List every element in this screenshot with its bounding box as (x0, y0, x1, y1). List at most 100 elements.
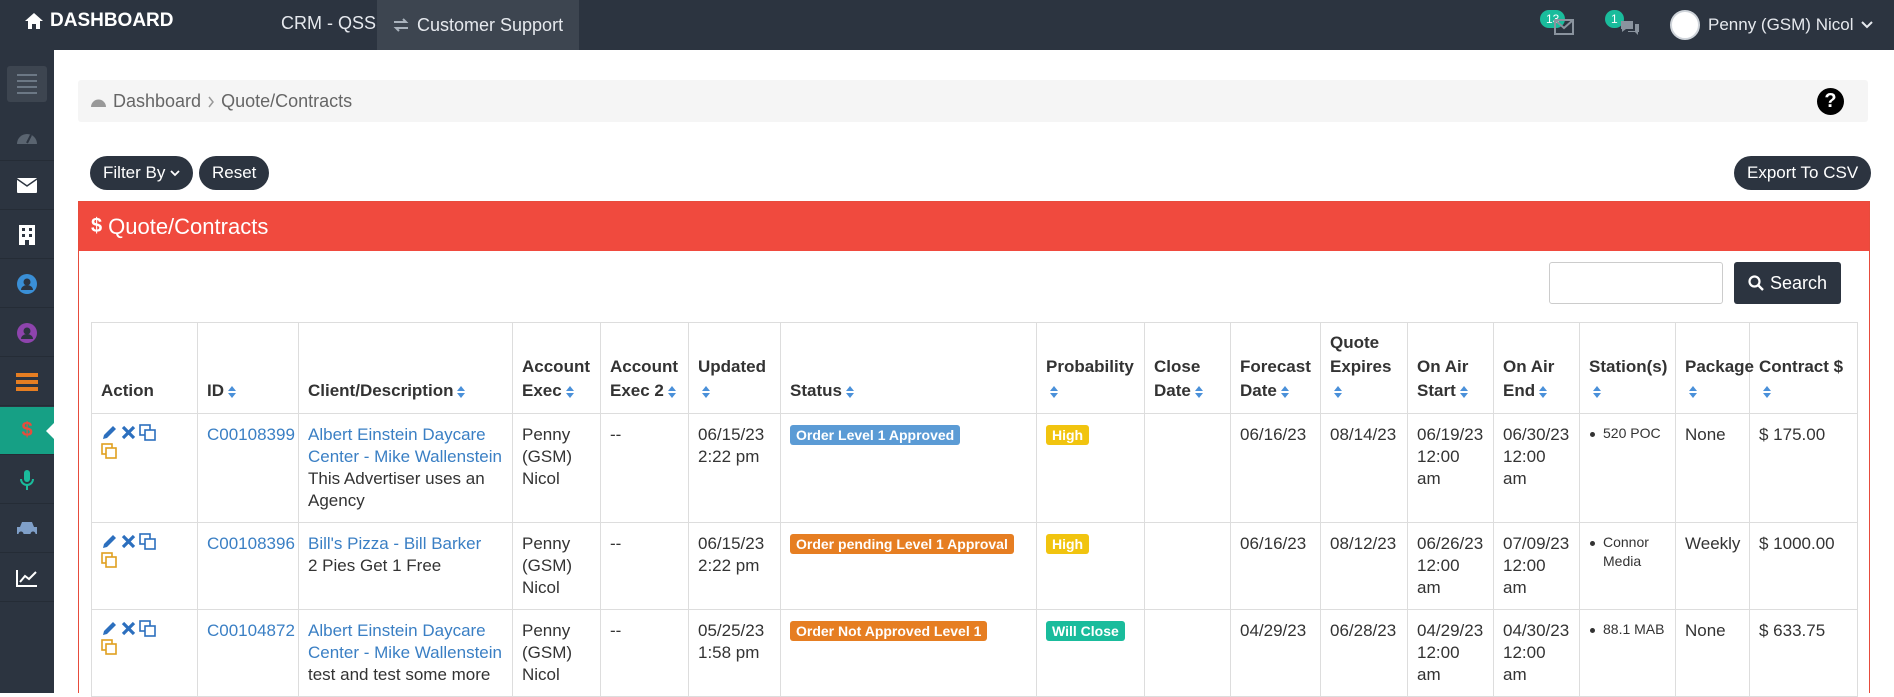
customer-support-button[interactable]: Customer Support (377, 0, 580, 50)
duplicate-icon[interactable] (139, 533, 156, 550)
status-badge: Order Level 1 Approved (790, 425, 961, 445)
sort-icon[interactable] (1688, 385, 1698, 399)
help-icon[interactable]: ? (1817, 88, 1844, 115)
envelope-icon (1554, 19, 1574, 35)
sort-icon[interactable] (1194, 385, 1204, 399)
id-cell: C00108396 (197, 522, 299, 610)
status-cell: Order pending Level 1 Approval (780, 522, 1037, 610)
sidebar-item-mail[interactable] (0, 162, 54, 210)
home-icon (25, 13, 43, 29)
filter-by-button[interactable]: Filter By (90, 156, 194, 190)
chevron-right-icon (208, 96, 215, 107)
quote-id-link[interactable]: C00108396 (207, 534, 295, 553)
sidebar-item-companies[interactable] (0, 211, 54, 259)
client-description: test and test some more (308, 665, 491, 684)
column-header[interactable]: ID (197, 322, 299, 414)
reset-button[interactable]: Reset (199, 156, 270, 190)
column-header-label: Probability (1046, 357, 1134, 376)
export-label: Export To CSV (1747, 163, 1859, 182)
column-header-label: Updated (698, 357, 766, 376)
column-header[interactable]: Updated (688, 322, 781, 414)
column-header[interactable]: Status (780, 322, 1037, 414)
column-header[interactable]: Account Exec 2 (600, 322, 689, 414)
search-input[interactable] (1549, 262, 1723, 304)
dollar-icon: $ (21, 419, 33, 441)
sort-icon[interactable] (845, 385, 855, 399)
forecast-date-cell: 06/16/23 (1230, 522, 1321, 610)
column-header[interactable]: Station(s) (1579, 322, 1676, 414)
crm-title[interactable]: CRM - QSSS (281, 13, 388, 34)
client-link[interactable]: Albert Einstein Daycare Center - Mike Wa… (308, 425, 502, 466)
search-button[interactable]: Search (1734, 262, 1841, 304)
panel-header: $ Quote/Contracts (79, 202, 1869, 251)
sort-icon[interactable] (1538, 385, 1548, 399)
sort-icon[interactable] (1049, 385, 1059, 399)
delete-icon[interactable] (120, 424, 137, 441)
sidebar-item-inventory[interactable] (0, 358, 54, 406)
sort-icon[interactable] (701, 385, 711, 399)
column-header[interactable]: Close Date (1144, 322, 1231, 414)
sort-icon[interactable] (227, 385, 237, 399)
edit-icon[interactable] (101, 424, 118, 441)
mail-notification[interactable]: 13 (1540, 10, 1574, 40)
duplicate-icon[interactable] (139, 424, 156, 441)
column-header[interactable]: Account Exec (512, 322, 601, 414)
breadcrumb: Dashboard Quote/Contracts ? (78, 80, 1868, 122)
column-header[interactable]: Contract $ (1749, 322, 1858, 414)
column-header[interactable]: Package (1675, 322, 1754, 414)
package-cell: None (1675, 609, 1750, 697)
sidebar-item-quotes[interactable]: $ (0, 407, 54, 455)
station-item: Connor Media (1589, 533, 1666, 571)
column-header[interactable]: Client/Description (298, 322, 513, 414)
sort-icon[interactable] (1459, 385, 1469, 399)
close-date-cell (1144, 522, 1231, 610)
table-row: C00108396 Bill's Pizza - Bill Barker 2 Pie… (91, 522, 1858, 610)
breadcrumb-dashboard-link[interactable]: Dashboard (113, 91, 201, 112)
copy-icon[interactable] (101, 639, 118, 656)
id-cell: C00104872 (197, 609, 299, 697)
sort-icon[interactable] (456, 385, 466, 399)
column-header-label: ID (207, 381, 224, 400)
sidebar-item-users[interactable] (0, 309, 54, 357)
column-header[interactable]: Forecast Date (1230, 322, 1321, 414)
id-cell: C00108399 (197, 413, 299, 523)
sidebar-item-vehicles[interactable] (0, 505, 54, 553)
dashboard-brand-link[interactable]: DASHBOARD (24, 10, 174, 32)
chat-notification[interactable]: 1 (1605, 10, 1639, 40)
sidebar-item-audio[interactable] (0, 456, 54, 504)
delete-icon[interactable] (120, 533, 137, 550)
copy-icon[interactable] (101, 443, 118, 460)
edit-icon[interactable] (101, 620, 118, 637)
copy-icon[interactable] (101, 552, 118, 569)
delete-icon[interactable] (120, 620, 137, 637)
column-header[interactable]: Probability (1036, 322, 1145, 414)
sort-icon[interactable] (1280, 385, 1290, 399)
sort-icon[interactable] (1762, 385, 1772, 399)
quote-id-link[interactable]: C00104872 (207, 621, 295, 640)
brand-label: DASHBOARD (50, 10, 174, 31)
sort-icon[interactable] (565, 385, 575, 399)
column-header-label: Contract $ (1759, 357, 1844, 376)
client-link[interactable]: Bill's Pizza - Bill Barker (308, 534, 481, 553)
sidebar-item-dashboard[interactable] (0, 113, 54, 161)
client-link[interactable]: Albert Einstein Daycare Center - Mike Wa… (308, 621, 502, 662)
sidebar-item-reports[interactable] (0, 554, 54, 602)
quote-expires-cell: 06/28/23 (1320, 609, 1408, 697)
column-header[interactable]: On Air End (1493, 322, 1580, 414)
duplicate-icon[interactable] (139, 620, 156, 637)
dashboard-icon (91, 99, 106, 107)
user-menu[interactable]: Penny (GSM) Nicol (1670, 10, 1874, 40)
menu-toggle-button[interactable] (7, 66, 47, 102)
column-header[interactable]: Quote Expires (1320, 322, 1408, 414)
sort-icon[interactable] (1333, 385, 1343, 399)
export-csv-button[interactable]: Export To CSV (1734, 156, 1872, 190)
quote-id-link[interactable]: C00108399 (207, 425, 295, 444)
package-cell: None (1675, 413, 1750, 523)
probability-cell: Will Close (1036, 609, 1145, 697)
sort-icon[interactable] (1592, 385, 1602, 399)
updated-cell: 05/25/23 1:58 pm (688, 609, 781, 697)
column-header[interactable]: On Air Start (1407, 322, 1494, 414)
edit-icon[interactable] (101, 533, 118, 550)
sidebar-item-contacts[interactable] (0, 260, 54, 308)
sort-icon[interactable] (667, 385, 677, 399)
